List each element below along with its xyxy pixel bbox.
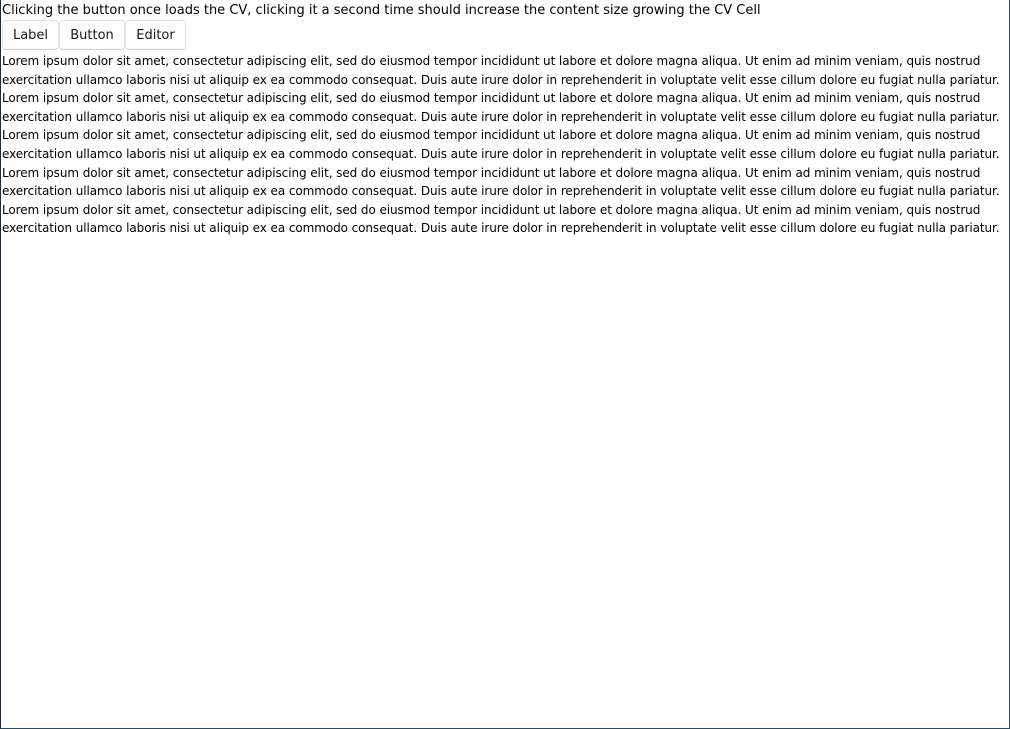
- instructions-label: Clicking the button once loads the CV, c…: [2, 3, 761, 18]
- lorem-paragraph: Lorem ipsum dolor sit amet, consectetur …: [2, 54, 1000, 87]
- label-button[interactable]: Label: [2, 20, 59, 50]
- editor-button[interactable]: Editor: [125, 20, 186, 50]
- collection-view-cell-content: Lorem ipsum dolor sit amet, consectetur …: [2, 52, 1000, 238]
- button-button[interactable]: Button: [59, 20, 125, 50]
- lorem-paragraph: Lorem ipsum dolor sit amet, consectetur …: [2, 165, 1000, 199]
- app-window: Clicking the button once loads the CV, c…: [0, 0, 1010, 729]
- lorem-paragraph: Lorem ipsum dolor sit amet, consectetur …: [2, 128, 1000, 161]
- lorem-paragraph: Lorem ipsum dolor sit amet, consectetur …: [2, 202, 1000, 236]
- lorem-paragraph: Lorem ipsum dolor sit amet, consectetur …: [2, 91, 1000, 124]
- button-row: Label Button Editor: [2, 20, 186, 50]
